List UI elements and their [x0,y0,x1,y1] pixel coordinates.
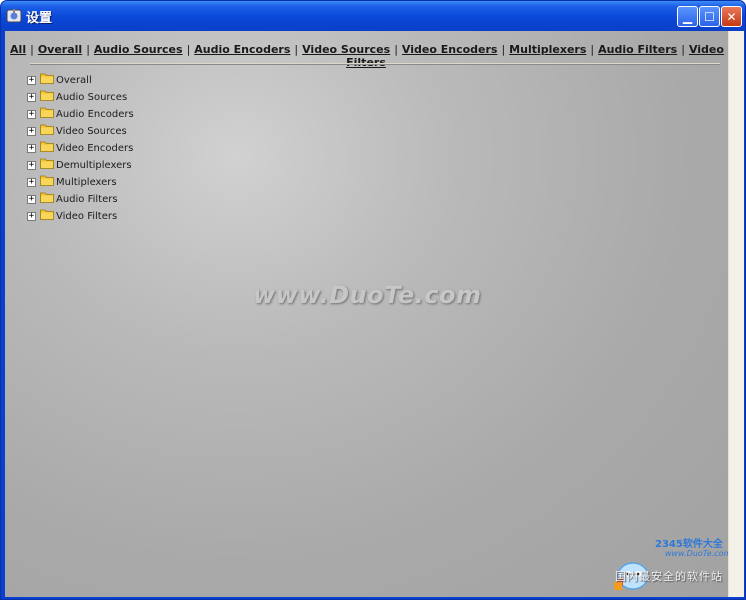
maximize-button[interactable]: ☐ [699,6,720,27]
nav-link-audio-sources[interactable]: Audio Sources [94,43,183,56]
tree-item-label: Video Sources [56,126,127,137]
nav-link-all[interactable]: All [10,43,26,56]
expand-icon[interactable]: + [27,144,36,153]
settings-window: 设置 ▁ ☐ ✕ All | Overall | Audio Sources | Audio… [0,0,746,600]
logo-brand-text: 2345软件大全 [655,539,723,550]
folder-icon [40,107,54,118]
folder-icon [40,73,54,84]
nav-link-overall[interactable]: Overall [38,43,82,56]
expand-icon[interactable]: + [27,127,36,136]
nav-separator: | [501,43,506,56]
tree-item-label: Video Filters [56,211,118,222]
folder-icon [40,90,54,101]
maximize-icon: ☐ [704,9,715,24]
nav-link-audio-filters[interactable]: Audio Filters [598,43,677,56]
nav-link-audio-encoders[interactable]: Audio Encoders [194,43,290,56]
watermark-text: www.DuoTe.com [253,281,482,309]
expand-icon[interactable]: + [27,178,36,187]
logo-url-text: www.DuoTe.com [665,549,732,558]
app-icon [6,9,22,23]
nav-link-multiplexers[interactable]: Multiplexers [509,43,586,56]
expand-icon[interactable]: + [27,212,36,221]
close-button[interactable]: ✕ [721,6,742,27]
nav-separator: | [86,43,90,56]
logo-slogan-text: 国内最安全的软件站 [615,570,723,583]
vertical-scrollbar[interactable] [728,31,744,597]
window-title: 设置 [26,11,53,26]
minimize-button[interactable]: ▁ [677,6,698,27]
minimize-icon: ▁ [682,9,693,24]
nav-separator: | [186,43,191,56]
folder-icon [40,124,54,135]
expand-icon[interactable]: + [27,161,36,170]
nav-separator: | [30,43,34,56]
tree-item-label: Audio Encoders [56,109,134,120]
expand-icon[interactable]: + [27,76,36,85]
close-icon: ✕ [726,9,737,24]
title-bar[interactable]: 设置 ▁ ☐ ✕ [1,1,745,31]
nav-divider [30,63,720,65]
tree-item-label: Audio Sources [56,92,128,103]
expand-icon[interactable]: + [27,195,36,204]
nav-separator: | [394,43,398,56]
nav-separator: | [681,43,685,56]
tree-item-label: Demultiplexers [56,160,132,171]
category-nav: All | Overall | Audio Sources | Audio Encoders… [5,43,728,69]
tree-item-label: Audio Filters [56,194,118,205]
expand-icon[interactable]: + [27,93,36,102]
folder-icon [40,158,54,169]
folder-icon [40,192,54,203]
expand-icon[interactable]: + [27,110,36,119]
folder-icon [40,175,54,186]
content-area: All | Overall | Audio Sources | Audio Encoders… [5,31,732,597]
folder-icon [40,141,54,152]
tree-item-label: Video Encoders [56,143,134,154]
nav-separator: | [294,43,299,56]
folder-icon [40,209,54,220]
tree-item-label: Overall [56,75,92,86]
tree-item-label: Multiplexers [56,177,117,188]
nav-separator: | [590,43,595,56]
nav-link-video-encoders[interactable]: Video Encoders [402,43,498,56]
nav-link-video-sources[interactable]: Video Sources [302,43,390,56]
